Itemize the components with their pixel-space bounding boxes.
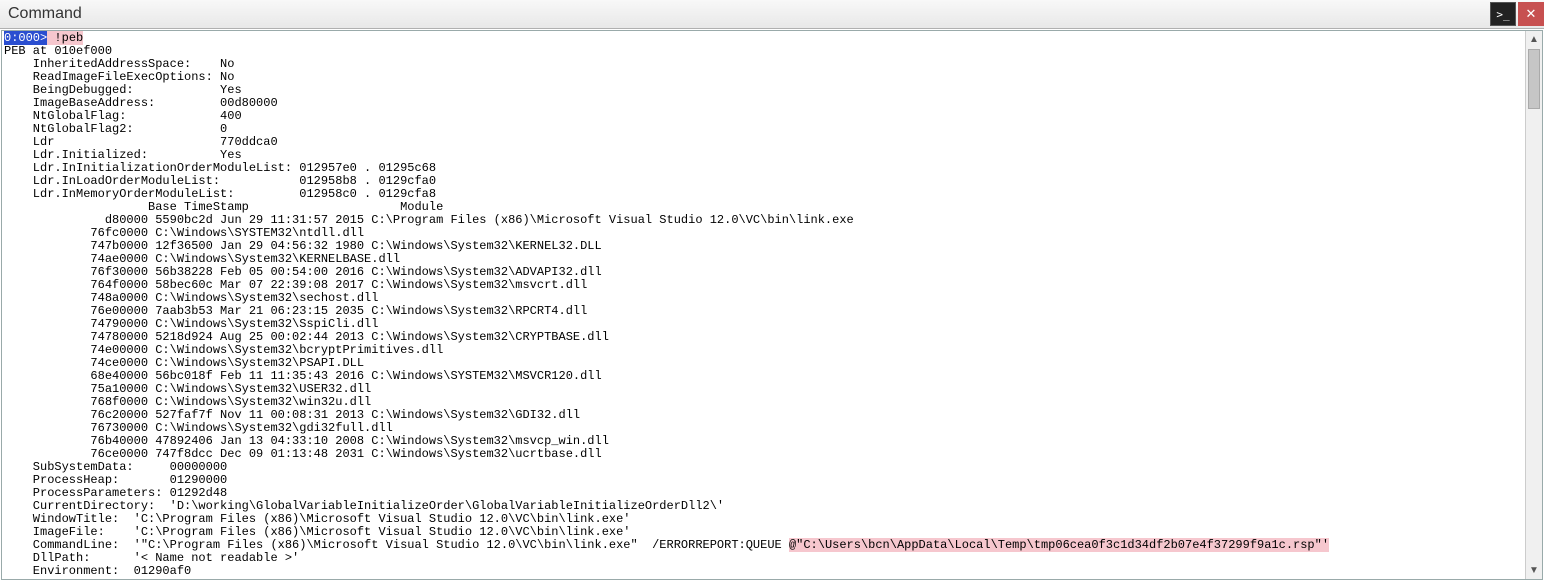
output-line: ImageBaseAddress: 00d80000	[4, 96, 278, 110]
output-line: SubSystemData: 00000000	[4, 460, 227, 474]
output-line: Base TimeStamp Module	[4, 200, 443, 214]
output-line: 76c20000 527faf7f Nov 11 00:08:31 2013 C…	[4, 408, 580, 422]
vertical-scrollbar[interactable]: ▲ ▼	[1525, 31, 1542, 579]
titlebar: Command >_ ✕	[0, 0, 1544, 29]
output-line: 74ce0000 C:\Windows\System32\PSAPI.DLL	[4, 356, 364, 370]
scroll-up-arrow[interactable]: ▲	[1526, 31, 1542, 48]
output-line: 76b40000 47892406 Jan 13 04:33:10 2008 C…	[4, 434, 609, 448]
output-line: Ldr.Initialized: Yes	[4, 148, 242, 162]
output-line: Ldr.InMemoryOrderModuleList: 012958c0 . …	[4, 187, 436, 201]
console-output[interactable]: 0:000> !peb PEB at 010ef000 InheritedAdd…	[2, 31, 1525, 579]
output-line: d80000 5590bc2d Jun 29 11:31:57 2015 C:\…	[4, 213, 854, 227]
output-line: DllPath: '< Name not readable >'	[4, 551, 299, 565]
close-button[interactable]: ✕	[1518, 2, 1544, 26]
output-line: 74790000 C:\Windows\System32\SspiCli.dll	[4, 317, 378, 331]
output-line: 68e40000 56bc018f Feb 11 11:35:43 2016 C…	[4, 369, 602, 383]
output-line: 76f30000 56b38228 Feb 05 00:54:00 2016 C…	[4, 265, 602, 279]
output-line: Ldr.InLoadOrderModuleList: 012958b8 . 01…	[4, 174, 436, 188]
output-line: ImageFile: 'C:\Program Files (x86)\Micro…	[4, 525, 631, 539]
output-line: NtGlobalFlag: 400	[4, 109, 242, 123]
output-line: NtGlobalFlag2: 0	[4, 122, 227, 136]
output-line: BeingDebugged: Yes	[4, 83, 242, 97]
content-area: 0:000> !peb PEB at 010ef000 InheritedAdd…	[1, 30, 1543, 580]
output-line: CommandLine: '"C:\Program Files (x86)\Mi…	[4, 538, 789, 552]
output-line: ProcessParameters: 01292d48	[4, 486, 227, 500]
output-line: 76ce0000 747f8dcc Dec 09 01:13:48 2031 C…	[4, 447, 602, 461]
output-line: WindowTitle: 'C:\Program Files (x86)\Mic…	[4, 512, 631, 526]
output-line: 75a10000 C:\Windows\System32\USER32.dll	[4, 382, 371, 396]
output-line: ReadImageFileExecOptions: No	[4, 70, 234, 84]
output-line: 768f0000 C:\Windows\System32\win32u.dll	[4, 395, 371, 409]
output-line: 74e00000 C:\Windows\System32\bcryptPrimi…	[4, 343, 443, 357]
window-title: Command	[8, 5, 82, 23]
titlebar-controls: >_ ✕	[1490, 0, 1544, 28]
output-line: CurrentDirectory: 'D:\working\GlobalVari…	[4, 499, 724, 513]
output-line: Environment: 01290af0	[4, 564, 191, 578]
output-line: 748a0000 C:\Windows\System32\sechost.dll	[4, 291, 378, 305]
commandline-rsp-highlight: @"C:\Users\bcn\AppData\Local\Temp\tmp06c…	[789, 538, 1329, 552]
output-line: 76e00000 7aab3b53 Mar 21 06:23:15 2035 C…	[4, 304, 587, 318]
output-line: 76fc0000 C:\Windows\SYSTEM32\ntdll.dll	[4, 226, 364, 240]
prompt-prefix: 0:000>	[4, 31, 47, 45]
output-line: ProcessHeap: 01290000	[4, 473, 227, 487]
output-line: 764f0000 58bec60c Mar 07 22:39:08 2017 C…	[4, 278, 587, 292]
output-line: 74ae0000 C:\Windows\System32\KERNELBASE.…	[4, 252, 400, 266]
scroll-down-arrow[interactable]: ▼	[1526, 562, 1542, 579]
scroll-thumb[interactable]	[1528, 49, 1540, 109]
output-line: 74780000 5218d924 Aug 25 00:02:44 2013 C…	[4, 330, 609, 344]
output-line: Ldr.InInitializationOrderModuleList: 012…	[4, 161, 436, 175]
output-line: 76730000 C:\Windows\System32\gdi32full.d…	[4, 421, 393, 435]
output-line: 747b0000 12f36500 Jan 29 04:56:32 1980 C…	[4, 239, 602, 253]
prompt-command: !peb	[47, 31, 83, 45]
output-line: Ldr 770ddca0	[4, 135, 278, 149]
output-line: InheritedAddressSpace: No	[4, 57, 234, 71]
console-icon[interactable]: >_	[1490, 2, 1516, 26]
output-line: PEB at 010ef000	[4, 44, 112, 58]
